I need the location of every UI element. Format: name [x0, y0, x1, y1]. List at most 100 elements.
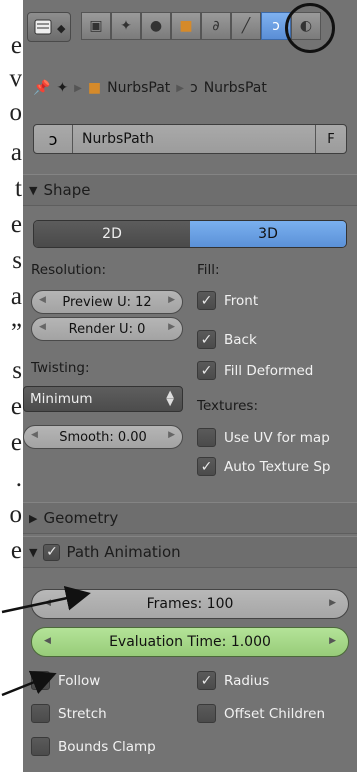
page-text-fragment: e — [10, 537, 22, 564]
scene-tab[interactable]: ✦ — [111, 12, 141, 40]
scene-icon: ✦ — [120, 18, 132, 34]
curve-data-icon[interactable]: ↄ — [34, 125, 73, 153]
checkmark-icon[interactable]: ✓ — [43, 543, 61, 561]
datablock-name-value[interactable]: NurbsPath — [82, 131, 154, 147]
follow-checkbox[interactable]: ✓ Follow — [31, 671, 100, 690]
twisting-dropdown[interactable]: Minimum ▲ ▼ — [23, 386, 183, 412]
modifier-icon: ╱ — [241, 18, 251, 34]
fake-user-button[interactable]: F — [315, 125, 346, 153]
offset-children-label: Offset Children — [224, 705, 326, 722]
decrement-arrow-icon[interactable]: ◀ — [39, 322, 46, 332]
render-u-value: Render U: 0 — [68, 321, 146, 337]
render-tab[interactable]: ▣ — [81, 12, 111, 40]
radius-label: Radius — [224, 672, 270, 689]
page-text-fragment: e — [10, 393, 22, 420]
increment-arrow-icon[interactable]: ▶ — [329, 598, 336, 608]
page-text-fragment: e — [10, 211, 22, 238]
page-text-fragment: s — [12, 247, 22, 274]
decrement-arrow-icon[interactable]: ◀ — [44, 598, 51, 608]
radius-checkbox[interactable]: ✓ Radius — [197, 671, 269, 690]
decrement-arrow-icon[interactable]: ◀ — [39, 295, 46, 305]
curve-data-icon: ↄ — [189, 80, 198, 96]
breadcrumb-separator: ▶ — [74, 82, 82, 94]
unchecked-box — [197, 428, 216, 447]
properties-toolbar: ◆ ▣ ✦ ● ■ ∂ ╱ ↄ ◐ — [23, 0, 357, 70]
checkmark-icon: ✓ — [197, 291, 216, 310]
dimensions-2d-button[interactable]: 2D — [34, 221, 190, 247]
dimensions-3d-button[interactable]: 3D — [190, 221, 346, 247]
collapse-triangle-right-icon: ▶ — [29, 511, 38, 525]
increment-arrow-icon[interactable]: ▶ — [168, 430, 175, 440]
checkmark-icon: ✓ — [197, 361, 216, 380]
collapse-triangle-down-icon: ▼ — [29, 183, 38, 197]
path-animation-header-label: Path Animation — [66, 543, 181, 561]
back-label: Back — [224, 331, 257, 348]
page-text-fragment: a — [10, 139, 22, 166]
page-text-fragment: o — [9, 501, 23, 528]
unchecked-box — [31, 737, 50, 756]
fill-label: Fill: — [197, 262, 220, 278]
shape-header-label: Shape — [43, 181, 91, 199]
camera-icon: ▣ — [89, 18, 103, 34]
preview-u-value: Preview U: 12 — [62, 294, 152, 310]
twisting-value: Minimum — [30, 391, 93, 407]
dimensions-toggle: 2D 3D — [33, 220, 347, 248]
world-icon: ● — [149, 18, 163, 34]
resolution-label: Resolution: — [31, 262, 107, 278]
page-text-fragment: ” — [10, 319, 22, 346]
frames-field[interactable]: ◀ Frames: 100 ▶ — [31, 589, 349, 619]
follow-label: Follow — [58, 672, 101, 689]
collapse-triangle-down-icon: ▼ — [29, 545, 38, 559]
render-u-field[interactable]: ◀ Render U: 0 ▶ — [31, 317, 183, 341]
checkmark-icon: ✓ — [197, 330, 216, 349]
checkmark-icon: ✓ — [197, 671, 216, 690]
use-uv-checkbox[interactable]: Use UV for map — [197, 428, 330, 447]
modifiers-tab[interactable]: ╱ — [231, 12, 261, 40]
bounds-clamp-checkbox[interactable]: Bounds Clamp — [31, 737, 156, 756]
stretch-checkbox[interactable]: Stretch — [31, 704, 107, 723]
page-text-fragment: v — [9, 65, 23, 92]
page-text-fragment: e — [10, 32, 22, 59]
shape-panel-header[interactable]: ▼ Shape — [23, 174, 357, 206]
page-text-fragment: o — [9, 99, 23, 126]
bounds-clamp-label: Bounds Clamp — [58, 738, 156, 755]
breadcrumb-object: NurbsPat — [107, 80, 171, 96]
editor-type-button[interactable]: ◆ — [27, 12, 71, 42]
constraints-tab[interactable]: ∂ — [201, 12, 231, 40]
world-tab[interactable]: ● — [141, 12, 171, 40]
updown-arrows-icon: ▲ ▼ — [166, 389, 174, 408]
auto-texture-label: Auto Texture Sp — [224, 458, 331, 475]
unchecked-box — [31, 704, 50, 723]
pin-icon[interactable]: 📌 — [33, 80, 50, 96]
auto-texture-checkbox[interactable]: ✓ Auto Texture Sp — [197, 457, 330, 476]
smooth-value: Smooth: 0.00 — [59, 429, 147, 445]
twisting-label: Twisting: — [31, 360, 90, 376]
increment-arrow-icon[interactable]: ▶ — [329, 636, 336, 646]
checkmark-icon: ✓ — [31, 671, 50, 690]
breadcrumb: 📌 ✦ ▶ ■ NurbsPat ▶ ↄ NurbsPat — [23, 70, 357, 106]
increment-arrow-icon[interactable]: ▶ — [168, 295, 175, 305]
frames-value: Frames: 100 — [146, 596, 234, 612]
datablock-name-field[interactable]: ↄ NurbsPath F — [33, 124, 347, 154]
decrement-arrow-icon[interactable]: ◀ — [31, 430, 38, 440]
evaluation-time-field[interactable]: ◀ Evaluation Time: 1.000 ▶ — [31, 627, 349, 657]
fill-deformed-checkbox[interactable]: ✓ Fill Deformed — [197, 361, 313, 380]
object-icon: ■ — [87, 80, 102, 96]
offset-children-checkbox[interactable]: Offset Children — [197, 704, 325, 723]
use-uv-label: Use UV for map — [224, 429, 330, 446]
back-checkbox[interactable]: ✓ Back — [197, 330, 257, 349]
textures-label: Textures: — [197, 398, 259, 414]
front-label: Front — [224, 292, 259, 309]
decrement-arrow-icon[interactable]: ◀ — [44, 636, 51, 646]
increment-arrow-icon[interactable]: ▶ — [168, 322, 175, 332]
properties-panel: ◆ ▣ ✦ ● ■ ∂ ╱ ↄ ◐ 📌 ✦ ▶ ■ NurbsPat ▶ ↄ N… — [23, 0, 357, 772]
object-tab[interactable]: ■ — [171, 12, 201, 40]
path-animation-panel-header[interactable]: ▼ ✓ Path Animation — [23, 536, 357, 568]
geometry-panel-header[interactable]: ▶ Geometry — [23, 502, 357, 534]
unchecked-box — [197, 704, 216, 723]
page-text-fragment: e — [10, 429, 22, 456]
preview-u-field[interactable]: ◀ Preview U: 12 ▶ — [31, 290, 183, 314]
smooth-field[interactable]: ◀ Smooth: 0.00 ▶ — [23, 425, 183, 449]
properties-editor-icon: ◆ — [34, 19, 66, 35]
front-checkbox[interactable]: ✓ Front — [197, 291, 258, 310]
